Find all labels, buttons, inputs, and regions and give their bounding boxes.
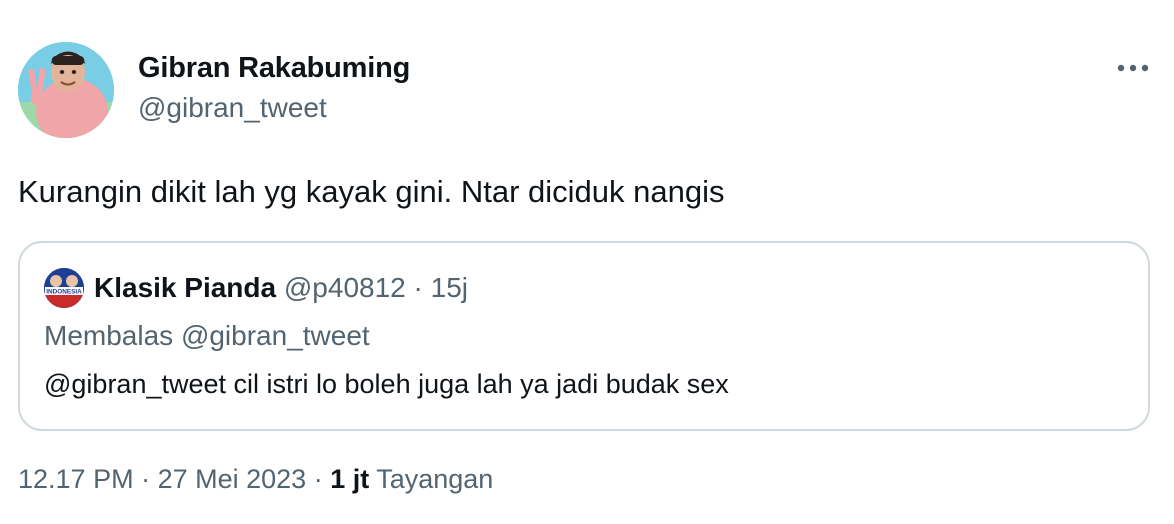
quote-time[interactable]: 15j [431,272,468,303]
author-handle[interactable]: @gibran_tweet [138,92,327,124]
quote-separator: · [405,272,431,303]
more-horizontal-icon [1117,64,1149,72]
quote-author-avatar[interactable]: INDONESIA [44,268,84,308]
author-avatar[interactable] [18,42,114,138]
tweet-text: Kurangin dikit lah yg kayak gini. Ntar d… [18,174,725,209]
tweet-metadata: 12.17 PM · 27 Mei 2023 · 1 jt Tayangan [18,464,493,495]
quote-avatar-logo-text: INDONESIA [46,289,82,296]
quote-author-name[interactable]: Klasik Pianda [94,272,276,303]
more-options-button[interactable] [1110,52,1156,84]
meta-separator-2: · [306,464,331,494]
views-count[interactable]: 1 jt [330,464,369,494]
quote-avatar-image: INDONESIA [44,268,84,308]
quote-header: Klasik Pianda @p40812 · 15j [94,272,468,304]
meta-separator: · [133,464,158,494]
views-label: Tayangan [376,464,494,494]
quote-author-handle[interactable]: @p40812 [284,272,406,303]
author-name[interactable]: Gibran Rakabuming [138,52,410,85]
avatar-image [18,42,114,138]
tweet-time[interactable]: 12.17 PM [18,464,134,494]
quote-reply-to: Membalas @gibran_tweet [44,320,370,351]
quote-text: @gibran_tweet cil istri lo boleh juga la… [44,369,729,399]
tweet-date[interactable]: 27 Mei 2023 [158,464,307,494]
quoted-tweet-card[interactable]: INDONESIA Klasik Pianda @p40812 · 15j Me… [18,241,1150,431]
